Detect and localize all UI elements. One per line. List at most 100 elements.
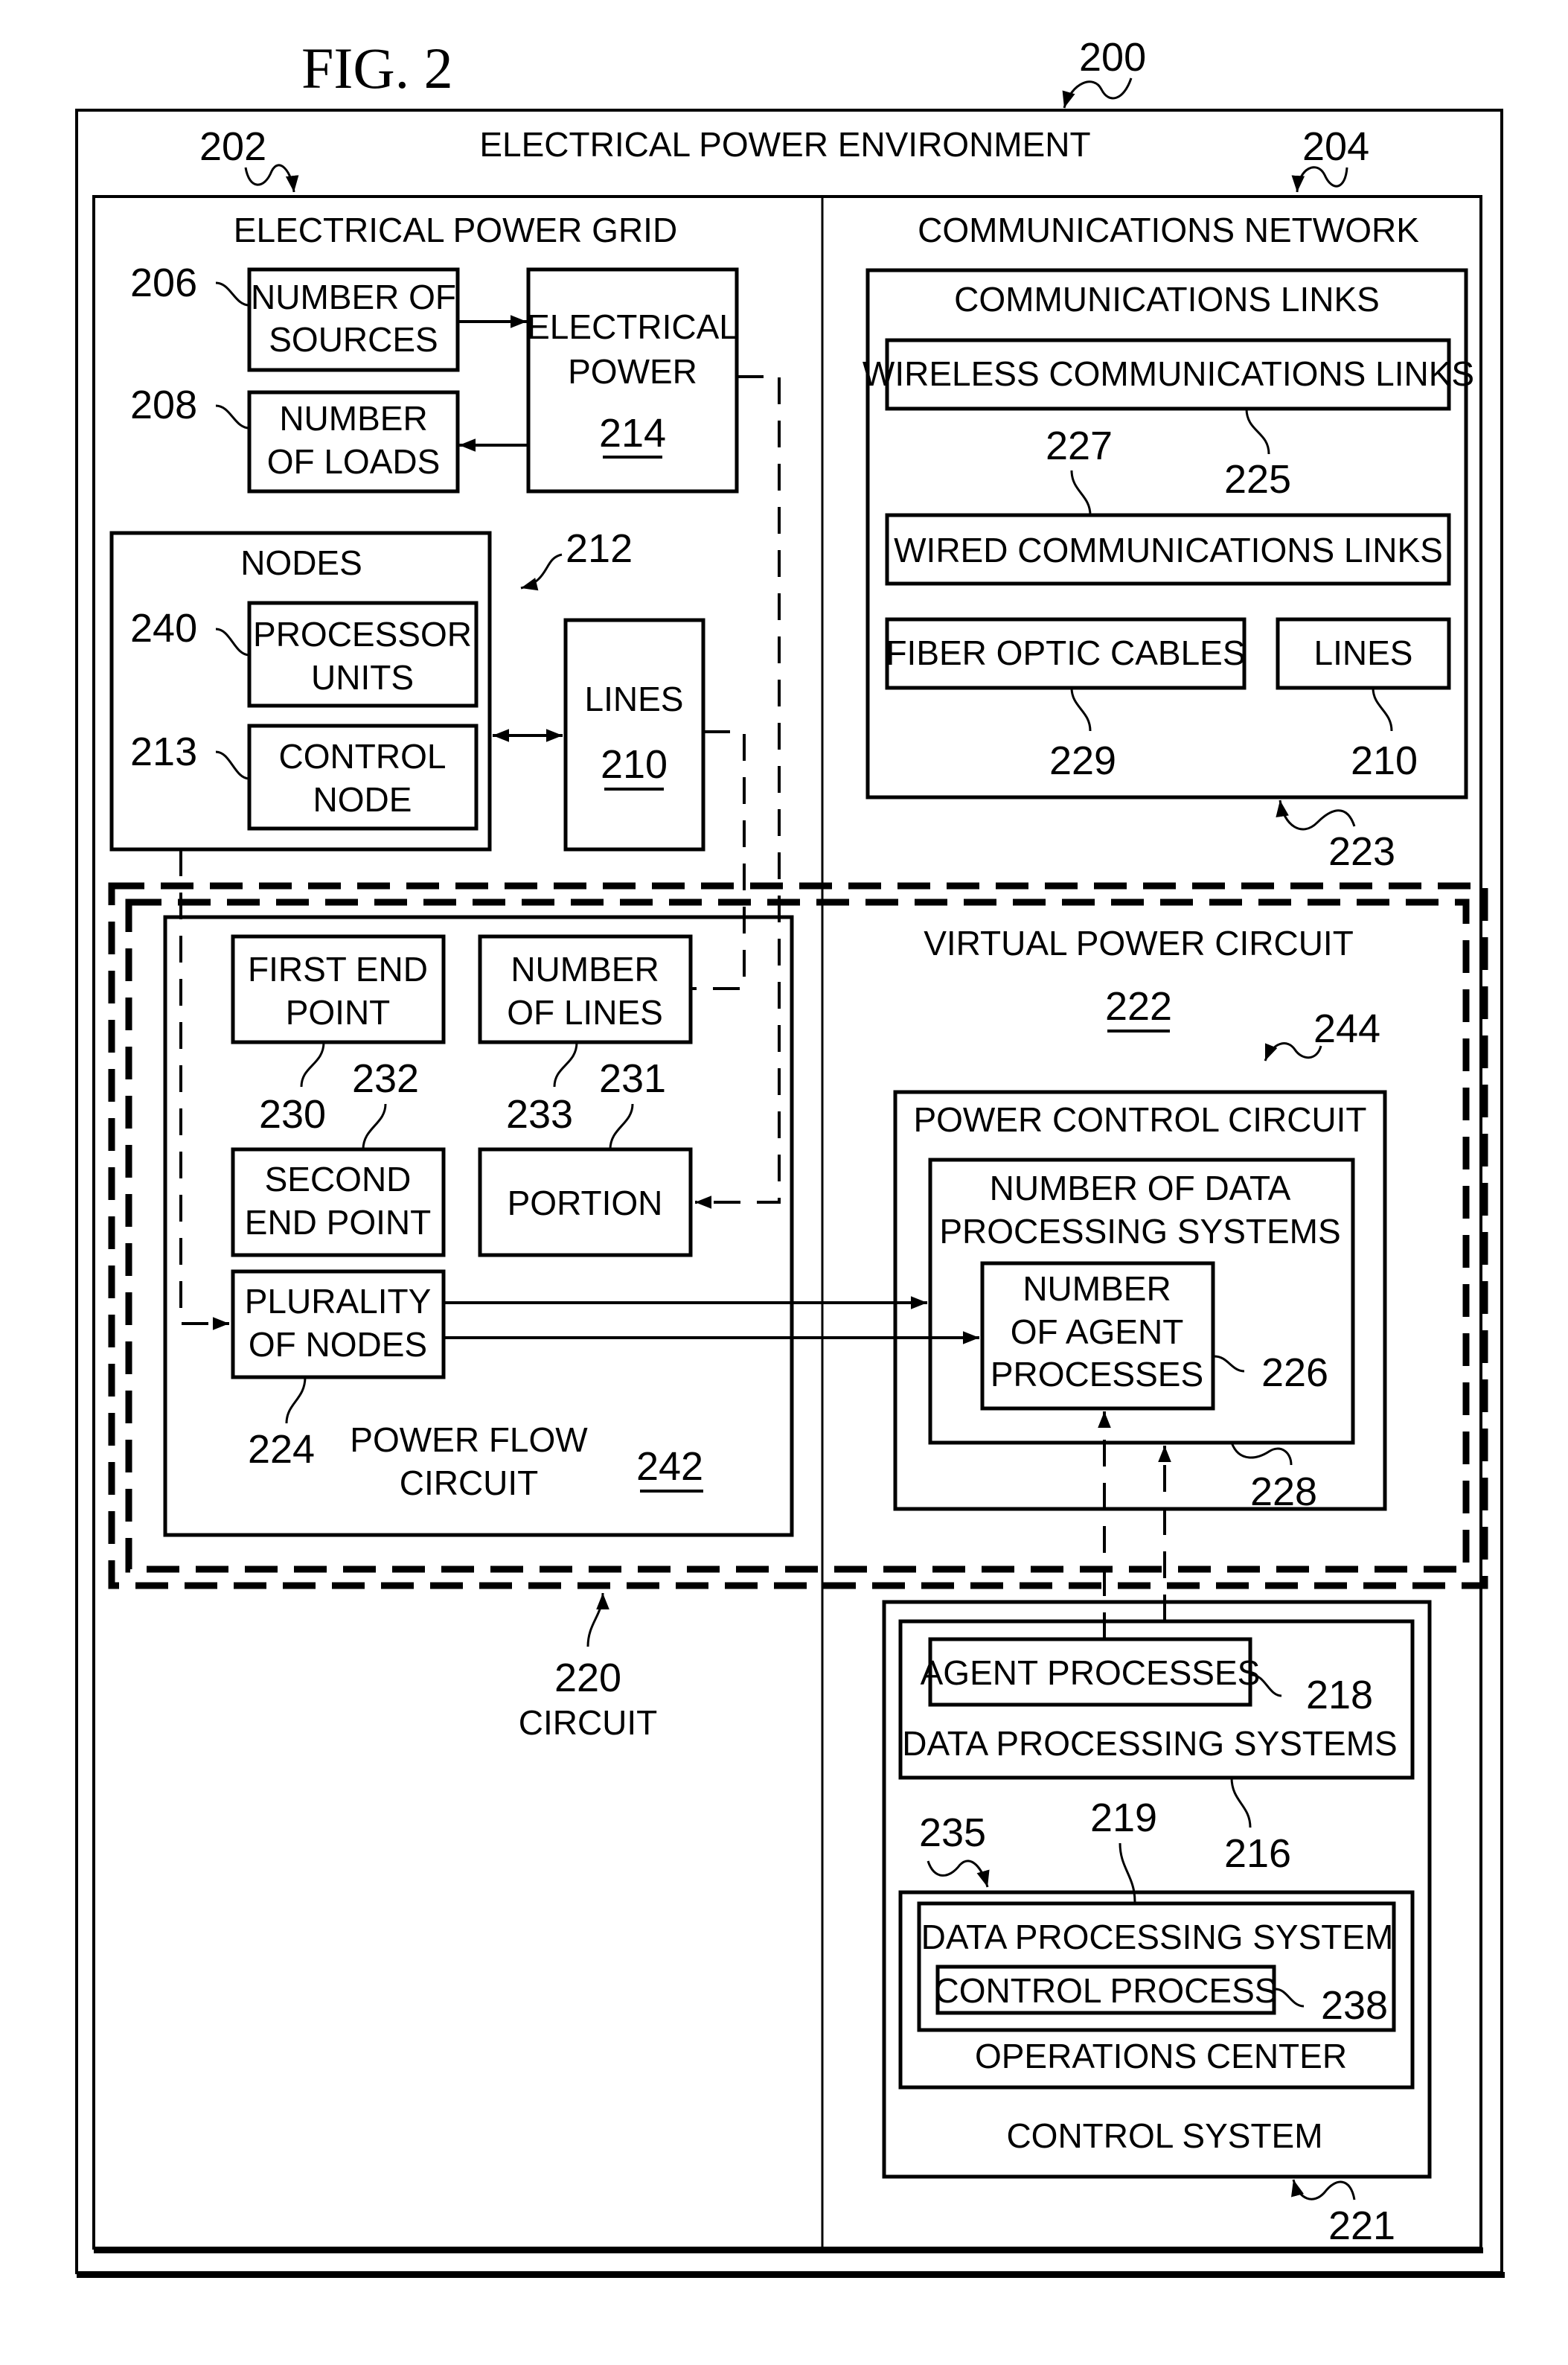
num-lines-line2: OF LINES	[507, 993, 663, 1032]
comms-lines-label: LINES	[1314, 633, 1413, 672]
second-end-line1: SECOND	[265, 1160, 412, 1199]
patent-diagram: FIG. 2 200 ELECTRICAL POWER ENVIRONMENT …	[75, 35, 1505, 2278]
operations-center-label: OPERATIONS CENTER	[975, 2037, 1347, 2075]
wireless-links-label: WIRELESS COMMUNICATIONS LINKS	[863, 354, 1474, 393]
ref-232: 232	[352, 1056, 419, 1101]
ref-220: 220	[554, 1656, 621, 1700]
ref-202: 202	[199, 124, 266, 169]
control-system-label: CONTROL SYSTEM	[1006, 2116, 1322, 2155]
number-of-dps-line2: PROCESSING SYSTEMS	[939, 1212, 1340, 1251]
ref-233: 233	[506, 1092, 573, 1137]
ref-226: 226	[1261, 1350, 1328, 1395]
leader-223	[1276, 799, 1356, 831]
agent-processes-line3: PROCESSES	[991, 1355, 1203, 1394]
ref-222: 222	[1105, 984, 1172, 1029]
processor-line2: UNITS	[311, 658, 414, 697]
lines-label: LINES	[585, 680, 684, 718]
leader-230	[300, 1041, 325, 1088]
leader-240	[215, 628, 250, 657]
connector-power-to-portion	[695, 375, 781, 1209]
leader-200	[1062, 77, 1133, 109]
loads-line2: OF LOADS	[267, 442, 441, 481]
ref-219: 219	[1090, 1796, 1157, 1840]
leader-238	[1275, 1988, 1305, 2008]
leader-206	[215, 281, 250, 307]
leader-229	[1070, 687, 1092, 732]
agent-processes-line2: OF AGENT	[1011, 1312, 1184, 1351]
virtual-circuit-label: VIRTUAL POWER CIRCUIT	[924, 924, 1354, 963]
leader-221	[1291, 2179, 1356, 2200]
leader-244	[1264, 1042, 1322, 1062]
leader-212	[520, 553, 563, 591]
agent-processes-line1: NUMBER	[1023, 1269, 1171, 1308]
ref-238: 238	[1321, 1983, 1388, 2028]
leader-231	[609, 1103, 634, 1150]
ref-235: 235	[919, 1810, 986, 1855]
circuit-label: CIRCUIT	[519, 1703, 658, 1742]
leader-208	[215, 404, 250, 430]
leader-202	[244, 164, 299, 193]
leader-216	[1230, 1777, 1252, 1828]
leader-220	[586, 1592, 609, 1647]
grid-label: ELECTRICAL POWER GRID	[234, 211, 677, 249]
first-end-line2: POINT	[286, 993, 391, 1032]
wired-links-label: WIRED COMMUNICATIONS LINKS	[894, 531, 1443, 569]
ref-229: 229	[1049, 738, 1116, 783]
lines-box	[563, 618, 705, 852]
control-node-line2: NODE	[313, 780, 412, 819]
leader-213	[215, 750, 250, 780]
ref-208: 208	[130, 383, 197, 427]
environment-label: ELECTRICAL POWER ENVIRONMENT	[479, 125, 1090, 164]
power-flow-line1: POWER FLOW	[350, 1420, 588, 1459]
agent-processes-label: AGENT PROCESSES	[921, 1653, 1261, 1692]
ref-206: 206	[130, 261, 197, 305]
fiber-optic-label: FIBER OPTIC CABLES	[886, 633, 1245, 672]
leader-233	[553, 1041, 578, 1088]
ref-204: 204	[1302, 124, 1369, 169]
electrical-power-line1: ELECTRICAL	[527, 307, 738, 346]
processor-line1: PROCESSOR	[253, 615, 472, 654]
control-process-label: CONTROL PROCESS	[935, 1971, 1278, 2010]
loads-line1: NUMBER	[279, 399, 427, 438]
leader-204	[1291, 166, 1348, 193]
second-end-line2: END POINT	[245, 1203, 431, 1242]
data-processing-system-label: DATA PROCESSING SYSTEM	[921, 1918, 1394, 1956]
electrical-power-line2: POWER	[568, 352, 697, 391]
ref-242: 242	[636, 1444, 703, 1489]
leader-235	[927, 1860, 990, 1888]
leader-226	[1214, 1355, 1245, 1373]
ref-240: 240	[130, 606, 197, 651]
ref-223: 223	[1328, 829, 1395, 874]
plurality-line2: OF NODES	[249, 1325, 427, 1364]
ref-210-comms: 210	[1351, 738, 1418, 783]
ref-216: 216	[1224, 1831, 1291, 1876]
ref-224: 224	[248, 1427, 315, 1472]
sources-line2: SOURCES	[269, 320, 438, 359]
leader-224	[285, 1376, 307, 1424]
plurality-line1: PLURALITY	[245, 1282, 432, 1321]
connector-control-node-to-plurality	[179, 849, 229, 1330]
sources-line1: NUMBER OF	[251, 278, 456, 316]
leader-228	[1230, 1442, 1293, 1466]
ref-214: 214	[599, 411, 666, 456]
ref-231: 231	[599, 1056, 666, 1101]
leader-227	[1070, 470, 1092, 516]
ref-200: 200	[1079, 35, 1146, 80]
comms-links-label: COMMUNICATIONS LINKS	[954, 280, 1380, 319]
ref-227: 227	[1046, 424, 1113, 468]
leader-225	[1245, 408, 1270, 455]
first-end-line1: FIRST END	[248, 950, 428, 989]
portion-label: PORTION	[508, 1184, 663, 1222]
power-flow-line2: CIRCUIT	[400, 1464, 539, 1502]
power-control-label: POWER CONTROL CIRCUIT	[913, 1100, 1366, 1139]
figure-title: FIG. 2	[301, 36, 453, 100]
control-node-line1: CONTROL	[279, 737, 447, 776]
data-processing-systems-label: DATA PROCESSING SYSTEMS	[902, 1724, 1397, 1763]
comms-label: COMMUNICATIONS NETWORK	[918, 211, 1419, 249]
ref-213: 213	[130, 730, 197, 774]
ref-210-grid: 210	[601, 742, 668, 787]
ref-218: 218	[1306, 1673, 1373, 1717]
ref-212: 212	[566, 526, 633, 571]
num-lines-line1: NUMBER	[511, 950, 659, 989]
ref-225: 225	[1224, 457, 1291, 502]
